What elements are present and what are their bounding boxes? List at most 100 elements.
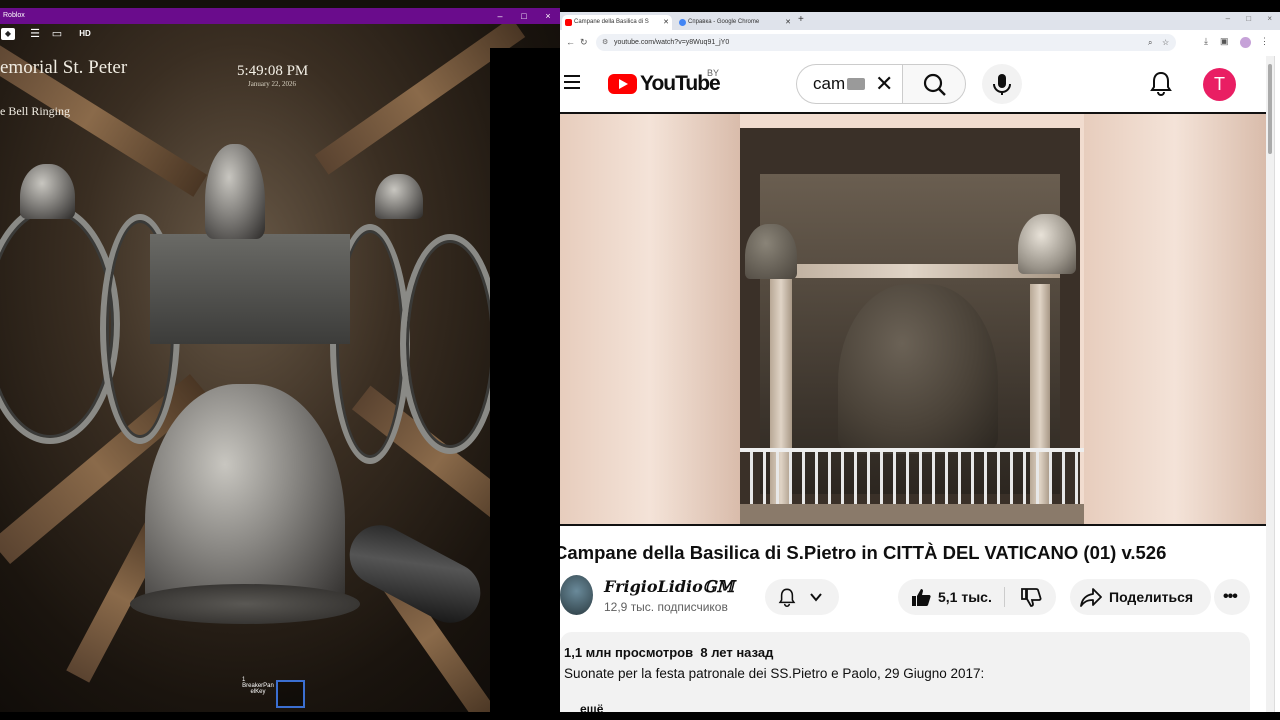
channel-name[interactable]: FrigioLidio𝔾𝕄	[604, 577, 734, 596]
search-button[interactable]	[902, 64, 966, 104]
like-dislike-group: 5,1 тыс.	[898, 579, 1056, 615]
roblox-titlebar[interactable]: Roblox – □ ×	[0, 8, 560, 24]
bell-wheel	[400, 234, 500, 454]
account-avatar[interactable]: T	[1203, 68, 1236, 101]
balcony-railing	[740, 448, 1084, 510]
scrollbar-thumb[interactable]	[1268, 64, 1272, 154]
description-text: Suonate per la festa patronale dei SS.Pi…	[564, 666, 985, 681]
hamburger-menu-icon[interactable]: ☰	[28, 28, 42, 40]
facade-pillar-right	[1084, 114, 1266, 524]
roblox-menu-icon[interactable]: ◆	[1, 28, 15, 40]
small-bell	[20, 164, 75, 219]
roblox-maximize-button[interactable]: □	[512, 8, 536, 24]
roblox-topbar: ◆ ☰ ▭ HD	[0, 24, 110, 44]
chrome-minimize-button[interactable]: –	[1226, 14, 1230, 23]
search-icon	[923, 73, 946, 96]
tab-label: Campane della Basilica di S	[574, 19, 649, 25]
like-divider	[1004, 587, 1005, 607]
video-small-bell-left	[745, 224, 797, 279]
dislike-icon[interactable]	[1020, 588, 1042, 608]
roblox-window[interactable]: Roblox – □ × ◆ ☰ ▭ HD emorial St. Peter	[0, 0, 560, 712]
youtube-favicon-icon	[565, 19, 572, 26]
more-horizontal-icon: •••	[1223, 588, 1238, 605]
address-bar[interactable]: ⚙ youtube.com/watch?v=y8Wuq91_jY0 ⌕ ☆	[596, 34, 1176, 51]
game-viewport[interactable]	[0, 24, 560, 712]
chat-icon[interactable]: ▭	[50, 28, 64, 40]
download-icon[interactable]: ⤓	[1204, 36, 1208, 47]
game-date: January 22, 2026	[248, 80, 297, 88]
zoom-icon[interactable]: ⌕	[1148, 34, 1152, 51]
toolbar: ← ↻ ⚙ youtube.com/watch?v=y8Wuq91_jY0 ⌕ …	[560, 30, 1280, 56]
mode-label: e Bell Ringing	[0, 104, 70, 118]
chevron-down-icon	[810, 593, 822, 602]
voice-search-button[interactable]	[982, 64, 1022, 104]
chrome-maximize-button[interactable]: □	[1246, 14, 1251, 23]
video-player[interactable]	[560, 112, 1266, 526]
close-tab-icon[interactable]: ✕	[785, 15, 791, 30]
belfry-floor	[740, 504, 1084, 524]
tab-strip: Campane della Basilica di S ✕ Справка - …	[560, 12, 1280, 30]
tab-label: Справка - Google Chrome	[688, 19, 760, 25]
profile-icon[interactable]	[1240, 37, 1251, 48]
like-icon[interactable]	[910, 587, 932, 607]
subscriber-count: 12,9 тыс. подписчиков	[604, 600, 728, 614]
back-icon[interactable]: ←	[566, 37, 575, 47]
extensions-icon[interactable]: ▣	[1220, 36, 1229, 47]
youtube-play-icon	[608, 74, 637, 94]
page-scrollbar[interactable]	[1266, 56, 1274, 712]
like-count[interactable]: 5,1 тыс.	[938, 579, 992, 615]
microphone-icon	[993, 74, 1011, 95]
bell-yoke	[150, 234, 350, 344]
video-great-bell	[838, 284, 998, 454]
notifications-icon[interactable]	[1150, 70, 1172, 96]
share-label: Поделиться	[1109, 589, 1194, 605]
search-input[interactable]: cam ✕	[796, 64, 902, 104]
roblox-close-button[interactable]: ×	[536, 8, 560, 24]
channel-avatar[interactable]	[560, 575, 593, 615]
youtube-header: YouTube BY cam ✕ T	[560, 56, 1280, 112]
hd-toggle[interactable]: HD	[78, 28, 92, 40]
roblox-minimize-button[interactable]: –	[488, 8, 512, 24]
roblox-window-title: Roblox	[3, 12, 25, 19]
share-button[interactable]: Поделиться	[1070, 579, 1211, 615]
small-bell	[375, 174, 423, 219]
upload-age: 8 лет назад	[700, 645, 774, 660]
place-title: emorial St. Peter	[0, 57, 128, 78]
hotbar-slot[interactable]	[276, 680, 305, 708]
great-bell-lip	[130, 584, 360, 624]
game-clock: 5:49:08 PM	[237, 63, 309, 79]
description-more-link[interactable]: ещё	[580, 702, 603, 712]
bell-frame-beam	[760, 264, 1060, 278]
facade-pillar-left	[560, 114, 740, 524]
guide-menu-icon[interactable]	[564, 75, 580, 89]
bookmark-star-icon[interactable]: ☆	[1162, 34, 1169, 51]
keyboard-icon[interactable]	[847, 78, 865, 90]
view-count: 1,1 млн просмотров	[564, 645, 694, 660]
chrome-menu-icon[interactable]: ⋮	[1260, 36, 1269, 47]
clear-search-icon[interactable]: ✕	[875, 65, 893, 103]
chrome-close-button[interactable]: ×	[1267, 14, 1272, 23]
video-title: Campane della Basilica di S.Pietro in CI…	[560, 542, 1167, 563]
viewport-shadow	[490, 48, 560, 712]
new-tab-button[interactable]: +	[798, 14, 804, 25]
side-panel-edge	[1274, 56, 1280, 712]
notification-bell-button[interactable]	[765, 579, 839, 615]
google-favicon-icon	[679, 19, 686, 26]
reload-icon[interactable]: ↻	[580, 37, 588, 48]
view-count-and-date: 1,1 млн просмотров 8 лет назад	[564, 645, 773, 660]
close-tab-icon[interactable]: ✕	[663, 15, 669, 30]
chrome-window-controls: – □ ×	[1212, 14, 1272, 23]
tab-help[interactable]: Справка - Google Chrome ✕	[676, 15, 794, 30]
site-info-icon[interactable]: ⚙	[602, 34, 608, 51]
chrome-window[interactable]: Campane della Basilica di S ✕ Справка - …	[560, 12, 1280, 712]
share-icon	[1080, 588, 1102, 607]
bell-outline-icon	[778, 588, 796, 607]
tab-youtube[interactable]: Campane della Basilica di S ✕	[562, 15, 672, 30]
region-code: BY	[707, 68, 720, 78]
small-bell	[205, 144, 265, 239]
video-small-bell-right	[1018, 214, 1076, 274]
url-text: youtube.com/watch?v=y8Wuq91_jY0	[614, 39, 730, 46]
more-actions-button[interactable]: •••	[1214, 579, 1250, 615]
hotbar-slot-label[interactable]: BreakerPan elKey	[240, 683, 276, 695]
search-value: cam	[813, 74, 846, 93]
